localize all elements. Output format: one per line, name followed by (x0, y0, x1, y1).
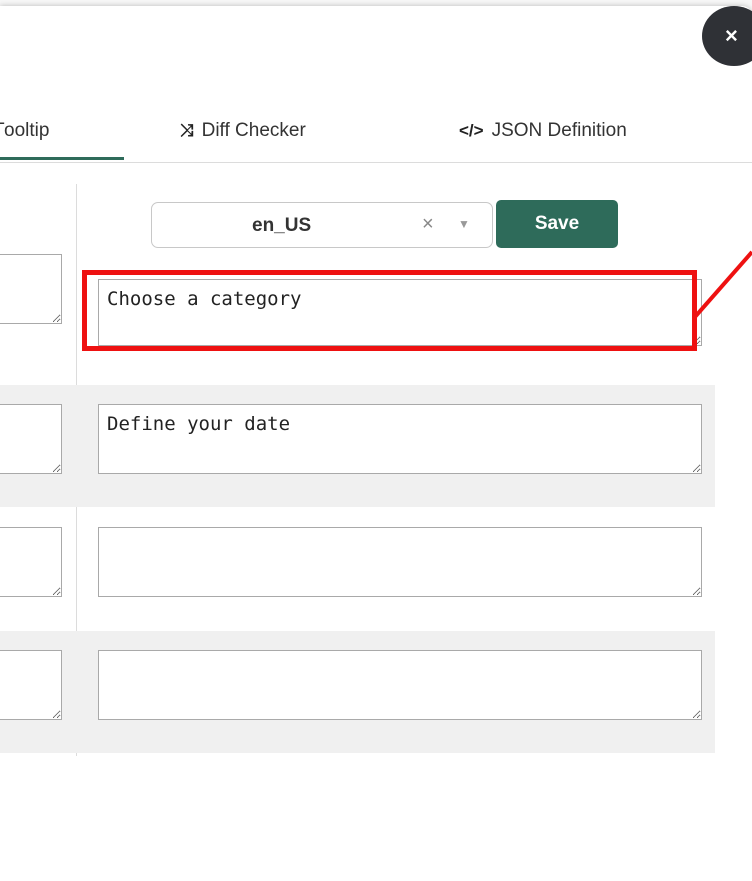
save-button[interactable]: Save (496, 200, 618, 248)
active-tab-indicator (0, 157, 124, 160)
source-text-field[interactable] (0, 254, 62, 324)
tab-tooltip[interactable]: T ooltip (0, 116, 124, 146)
tab-bar: T ooltip ⤨ Diff Checker </> JSON Definit… (0, 100, 752, 163)
translation-text-field[interactable] (98, 650, 702, 720)
tab-json-definition[interactable]: </> JSON Definition (459, 116, 627, 146)
locale-selected-value: en_US (252, 215, 312, 236)
locale-select[interactable]: en_US × ▼ (151, 202, 493, 248)
translation-text-field[interactable]: Choose a category (98, 279, 702, 346)
translation-modal: T ooltip ⤨ Diff Checker </> JSON Definit… (0, 6, 752, 881)
chevron-down-icon[interactable]: ▼ (458, 217, 470, 231)
source-text-field[interactable] (0, 404, 62, 474)
shuffle-icon: ⤨ (180, 121, 194, 140)
source-text-field[interactable] (0, 527, 62, 597)
code-icon: </> (459, 121, 484, 140)
tab-diff-checker[interactable]: ⤨ Diff Checker (180, 116, 306, 146)
translation-text-field[interactable]: Define your date (98, 404, 702, 474)
translation-text-field[interactable] (98, 527, 702, 597)
tab-tooltip-label: ooltip (4, 120, 50, 141)
tab-json-definition-label: JSON Definition (491, 120, 627, 141)
source-text-field[interactable] (0, 650, 62, 720)
clear-icon[interactable]: × (422, 213, 434, 236)
tab-diff-checker-label: Diff Checker (201, 120, 306, 141)
